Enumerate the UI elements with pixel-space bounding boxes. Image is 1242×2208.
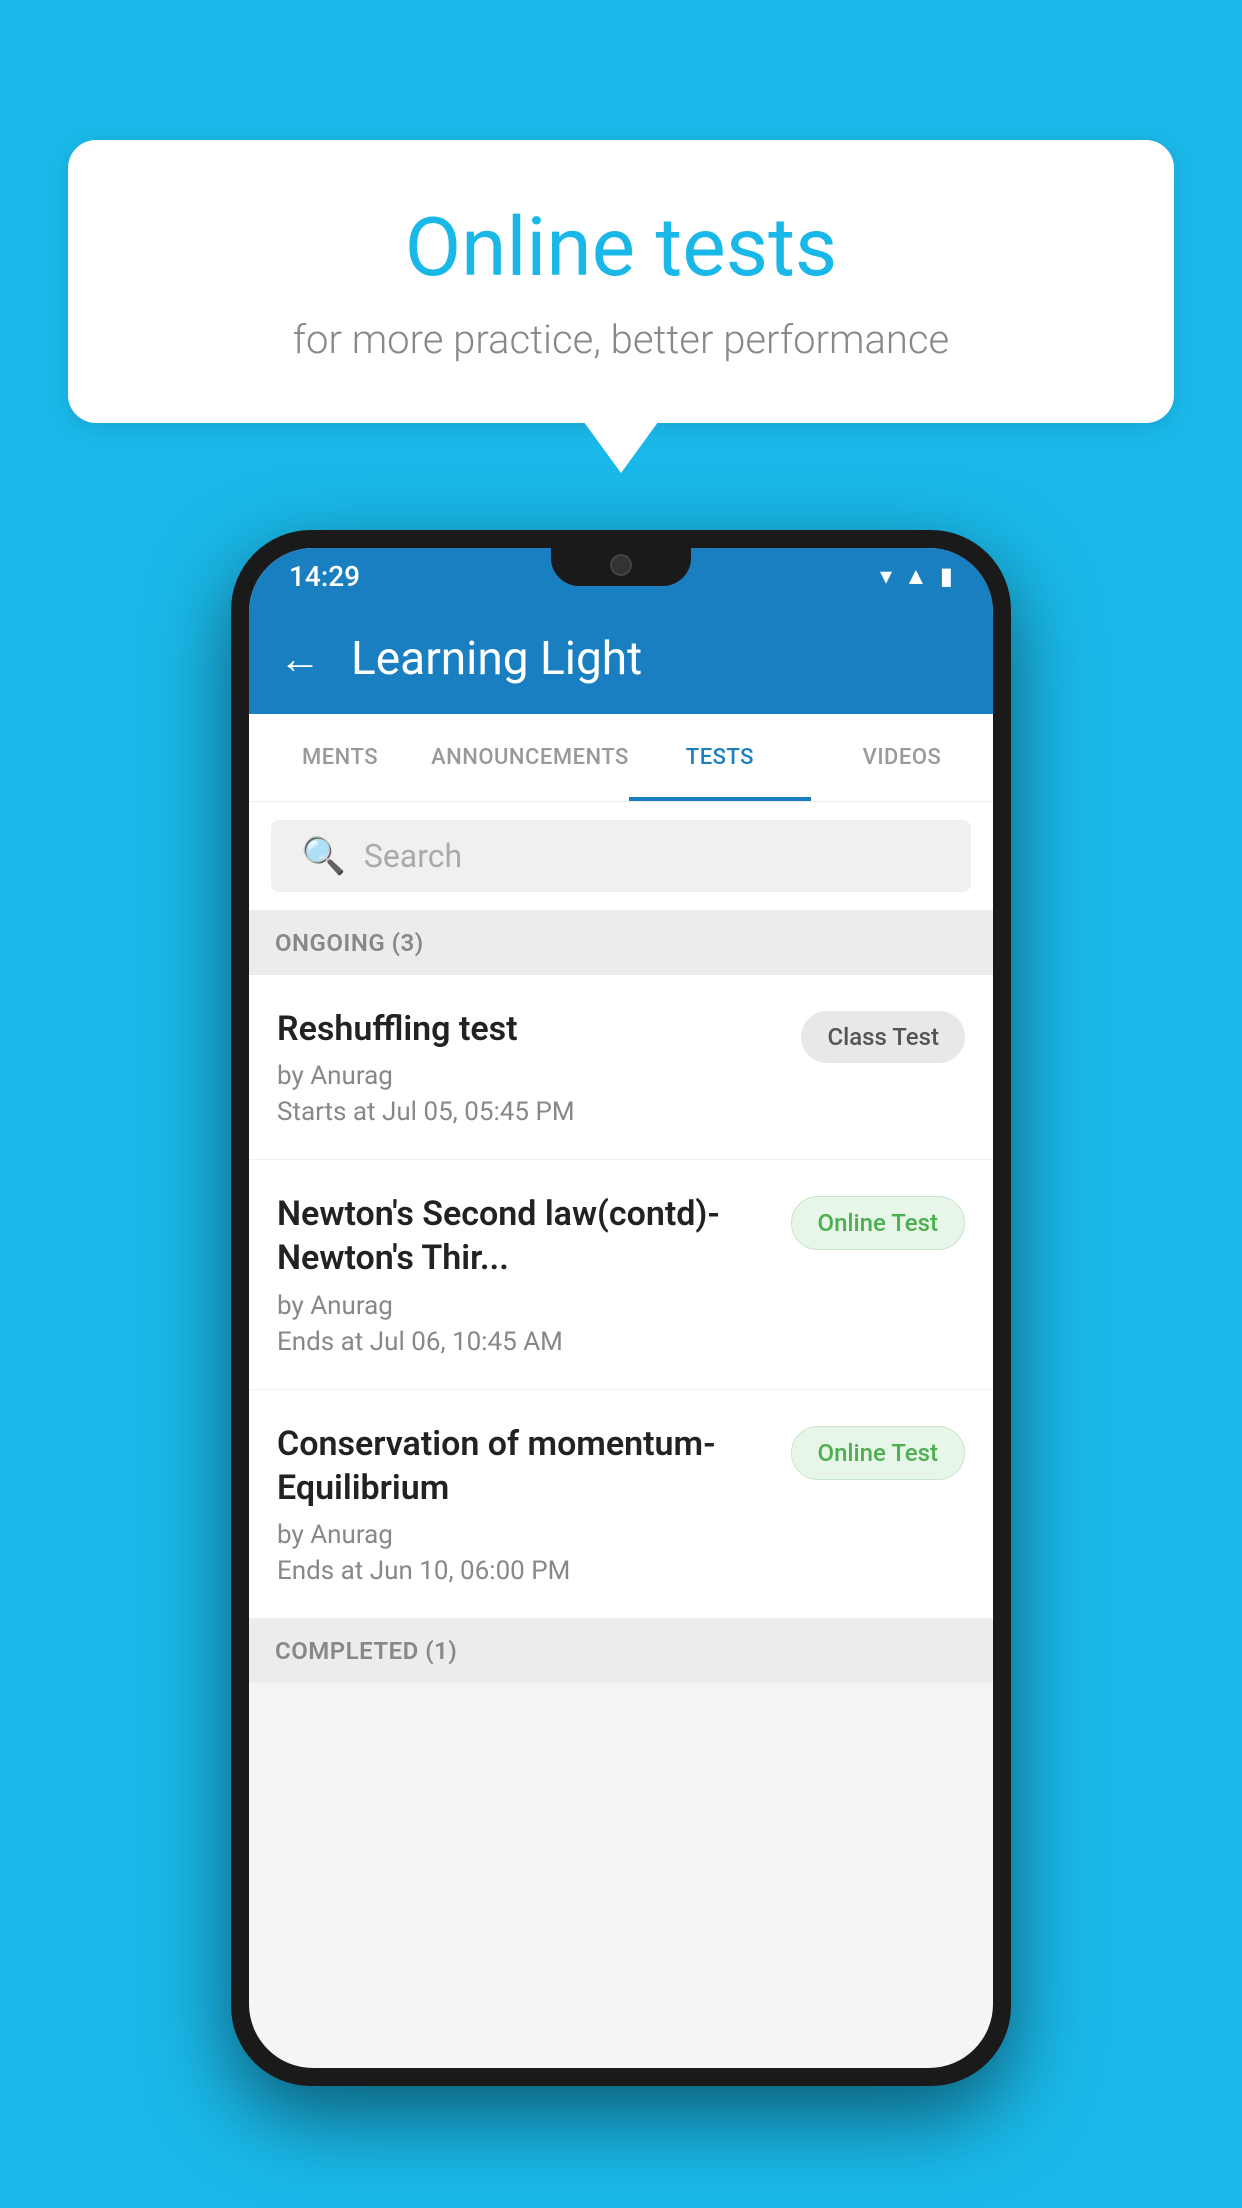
- test-item-2[interactable]: Newton's Second law(contd)-Newton's Thir…: [249, 1160, 993, 1389]
- tab-tests[interactable]: TESTS: [629, 714, 811, 801]
- battery-icon: ▮: [940, 562, 953, 590]
- wifi-icon: ▾: [880, 562, 892, 590]
- test-time-3: Ends at Jun 10, 06:00 PM: [277, 1556, 771, 1586]
- phone-wrapper: 14:29 ▾ ▲ ▮ ← Learning Light MENTS ANNOU…: [231, 530, 1011, 2086]
- test-author-3: by Anurag: [277, 1520, 771, 1550]
- phone-camera: [610, 554, 632, 576]
- test-info-3: Conservation of momentum-Equilibrium by …: [277, 1422, 791, 1586]
- test-author-2: by Anurag: [277, 1291, 771, 1321]
- status-icons: ▾ ▲ ▮: [880, 562, 953, 591]
- test-item-3[interactable]: Conservation of momentum-Equilibrium by …: [249, 1390, 993, 1619]
- test-badge-2: Online Test: [791, 1196, 965, 1250]
- test-name-3: Conservation of momentum-Equilibrium: [277, 1422, 771, 1510]
- signal-icon: ▲: [904, 562, 928, 591]
- test-info-2: Newton's Second law(contd)-Newton's Thir…: [277, 1192, 791, 1356]
- tab-ments[interactable]: MENTS: [249, 714, 431, 801]
- search-container: 🔍 Search: [249, 802, 993, 911]
- speech-bubble: Online tests for more practice, better p…: [68, 140, 1174, 423]
- back-button[interactable]: ←: [279, 635, 321, 684]
- phone-screen: 14:29 ▾ ▲ ▮ ← Learning Light MENTS ANNOU…: [249, 548, 993, 2068]
- test-time-2: Ends at Jul 06, 10:45 AM: [277, 1327, 771, 1357]
- phone-outer: 14:29 ▾ ▲ ▮ ← Learning Light MENTS ANNOU…: [231, 530, 1011, 2086]
- test-time-1: Starts at Jul 05, 05:45 PM: [277, 1097, 781, 1127]
- bubble-title: Online tests: [148, 200, 1094, 296]
- ongoing-header: ONGOING (3): [249, 911, 993, 975]
- app-title: Learning Light: [351, 632, 642, 686]
- status-time: 14:29: [289, 560, 360, 593]
- search-box[interactable]: 🔍 Search: [271, 820, 971, 892]
- test-item-1[interactable]: Reshuffling test by Anurag Starts at Jul…: [249, 975, 993, 1160]
- search-placeholder: Search: [364, 837, 462, 875]
- bubble-subtitle: for more practice, better performance: [148, 316, 1094, 363]
- test-name-1: Reshuffling test: [277, 1007, 781, 1051]
- test-info-1: Reshuffling test by Anurag Starts at Jul…: [277, 1007, 801, 1127]
- app-bar: ← Learning Light: [249, 604, 993, 714]
- test-badge-1: Class Test: [801, 1011, 965, 1063]
- search-icon: 🔍: [301, 835, 346, 877]
- test-author-1: by Anurag: [277, 1061, 781, 1091]
- completed-header: COMPLETED (1): [249, 1619, 993, 1683]
- tabs-bar: MENTS ANNOUNCEMENTS TESTS VIDEOS: [249, 714, 993, 802]
- tab-announcements[interactable]: ANNOUNCEMENTS: [431, 714, 629, 801]
- test-name-2: Newton's Second law(contd)-Newton's Thir…: [277, 1192, 771, 1280]
- tab-videos[interactable]: VIDEOS: [811, 714, 993, 801]
- phone-notch: [551, 548, 691, 586]
- test-badge-3: Online Test: [791, 1426, 965, 1480]
